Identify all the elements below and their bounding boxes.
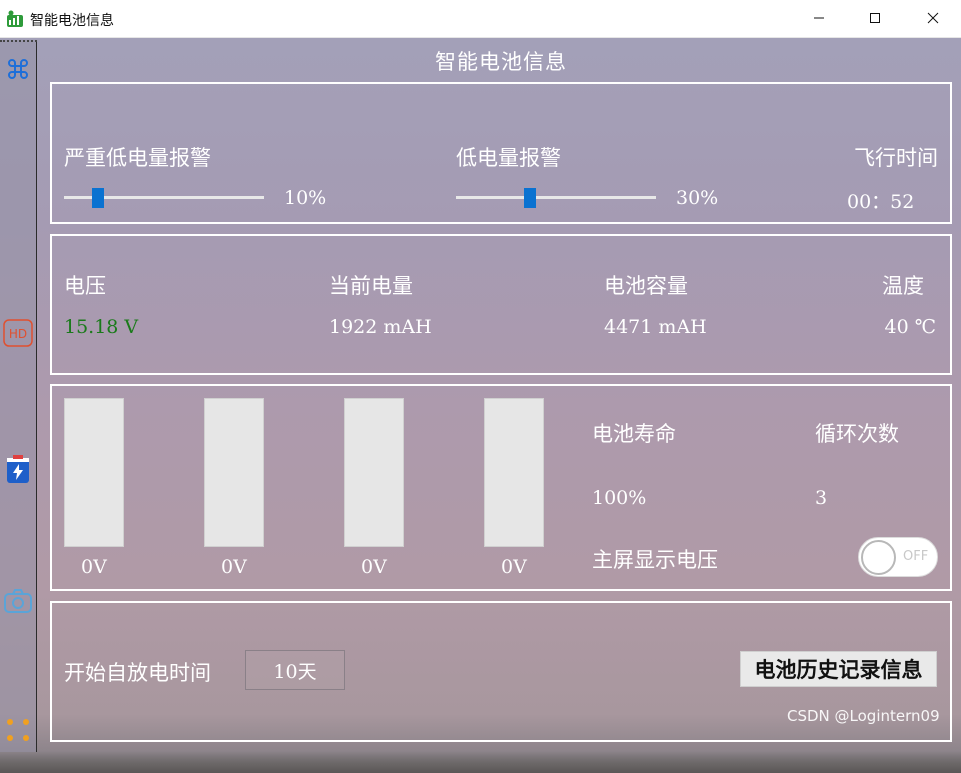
self-discharge-input[interactable]: 10天 (245, 650, 345, 690)
low-alarm-value: 30% (676, 187, 719, 209)
self-discharge-label: 开始自放电时间 (64, 661, 211, 685)
battery-app-icon (6, 10, 24, 28)
cell-2-bar (204, 398, 264, 547)
watermark: CSDN @Logintern09 (787, 707, 940, 725)
page-title: 智能电池信息 (435, 50, 567, 74)
critical-alarm-label: 严重低电量报警 (64, 146, 211, 170)
flight-time-label: 飞行时间 (854, 146, 938, 170)
voltage-value: 15.18 V (64, 316, 139, 338)
toggle-state-text: OFF (903, 549, 929, 564)
close-button[interactable] (904, 0, 961, 36)
camera-icon[interactable] (3, 586, 33, 616)
sidebar-drag-handle[interactable] (0, 40, 37, 43)
battery-life-label: 电池寿命 (592, 422, 676, 446)
cell-2-voltage: 0V (221, 556, 247, 578)
battery-history-button[interactable]: 电池历史记录信息 (740, 651, 937, 687)
svg-text:HD: HD (9, 327, 27, 341)
battery-charge-icon[interactable] (3, 454, 33, 484)
cycle-count-label: 循环次数 (815, 422, 899, 446)
toggle-knob (861, 540, 896, 575)
status-panel: 电压 15.18 V 当前电量 1922 mAH 电池容量 4471 mAH 温… (50, 234, 952, 375)
main-screen-voltage-label: 主屏显示电压 (592, 548, 718, 572)
cell-1-voltage: 0V (81, 556, 107, 578)
main-content: HD 智能电池信息 严重低电量报警 10% 低电量报警 30% 飞行时间 00：… (0, 38, 961, 773)
close-icon (927, 9, 939, 28)
maximize-button[interactable] (846, 0, 904, 36)
low-alarm-slider-track[interactable] (456, 196, 656, 199)
cell-4-voltage: 0V (501, 556, 527, 578)
cell-3-voltage: 0V (361, 556, 387, 578)
main-screen-voltage-toggle[interactable]: OFF (858, 537, 938, 577)
low-alarm-label: 低电量报警 (456, 146, 561, 170)
cell-3-bar (344, 398, 404, 547)
more-dots-icon[interactable] (3, 715, 33, 745)
cycle-count-value: 3 (815, 487, 828, 509)
maximize-icon (869, 9, 881, 28)
temperature-label: 温度 (882, 274, 924, 298)
cell-1-bar (64, 398, 124, 547)
hd-icon[interactable]: HD (3, 318, 33, 348)
sidebar: HD (0, 40, 37, 752)
flight-time-value: 00：52 (847, 191, 915, 213)
capacity-label: 电池容量 (604, 274, 688, 298)
title-bar: 智能电池信息 (0, 0, 961, 38)
critical-alarm-slider-thumb[interactable] (92, 188, 104, 208)
voltage-label: 电压 (64, 274, 106, 298)
current-charge-value: 1922 mAH (329, 316, 432, 338)
background-horizon (0, 751, 961, 773)
minimize-icon (813, 9, 825, 28)
temperature-value: 40 ℃ (884, 316, 936, 338)
cell-panel: 0V 0V 0V 0V 电池寿命 100% 循环次数 3 主屏显示电压 OFF (50, 384, 952, 591)
low-alarm-slider-thumb[interactable] (524, 188, 536, 208)
capacity-value: 4471 mAH (604, 316, 707, 338)
alarm-panel: 严重低电量报警 10% 低电量报警 30% 飞行时间 00：52 (50, 82, 952, 224)
minimize-button[interactable] (790, 0, 848, 36)
window-title: 智能电池信息 (30, 13, 114, 29)
current-charge-label: 当前电量 (329, 274, 413, 298)
battery-life-value: 100% (592, 487, 647, 509)
cell-4-bar (484, 398, 544, 547)
critical-alarm-value: 10% (284, 187, 327, 209)
